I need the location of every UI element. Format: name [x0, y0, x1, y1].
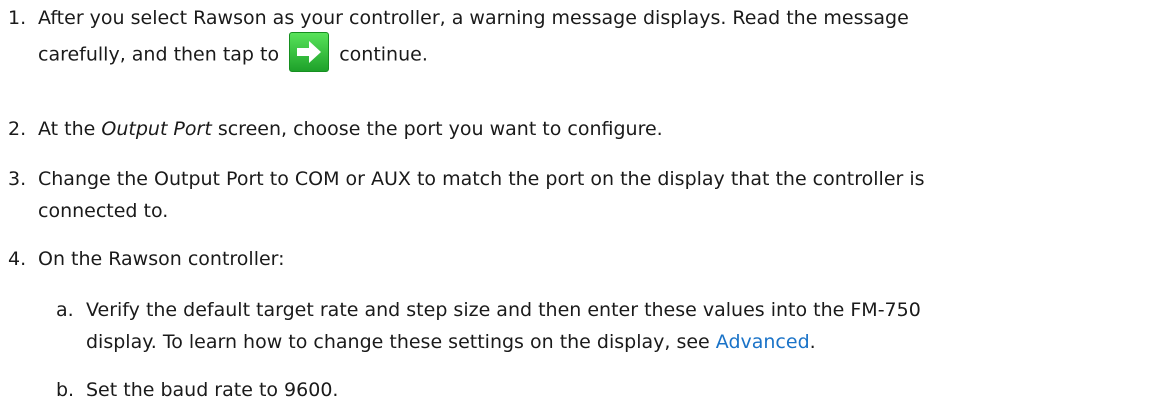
- step-text: At the Output Port screen, choose the po…: [38, 113, 1172, 145]
- step-line: After you select Rawson as your controll…: [38, 7, 909, 29]
- substep-letter: a.: [56, 299, 74, 321]
- step-number: 3.: [8, 168, 27, 190]
- step-number: 2.: [8, 118, 27, 140]
- advanced-link[interactable]: Advanced: [716, 331, 810, 353]
- step-text-after-icon: continue.: [339, 43, 428, 66]
- step-text: After you select Rawson as your controll…: [38, 2, 1172, 72]
- substep-text-after-link: .: [809, 331, 816, 353]
- substep-text: Set the baud rate to 9600.: [86, 379, 339, 401]
- step-text-before-icon: carefully, and then tap to: [38, 43, 280, 66]
- screen-name: Output Port: [101, 118, 212, 140]
- step-line: carefully, and then tap to continue.: [38, 32, 1172, 72]
- step-number: 1.: [8, 7, 27, 29]
- step-line: connected to.: [38, 200, 169, 222]
- instruction-list: 1. After you select Rawson as your contr…: [0, 0, 1176, 412]
- substep-line: Verify the default target rate and step …: [86, 299, 921, 321]
- step-text-before: At the: [38, 118, 96, 140]
- substep-text: Verify the default target rate and step …: [86, 294, 1172, 358]
- step-number: 4.: [8, 248, 27, 270]
- step-text: Change the Output Port to COM or AUX to …: [38, 163, 1172, 227]
- step-line: Change the Output Port to COM or AUX to …: [38, 168, 925, 190]
- substep-line: display. To learn how to change these se…: [86, 326, 1172, 358]
- substep-letter: b.: [56, 379, 75, 401]
- substep-text-before-link: display. To learn how to change these se…: [86, 331, 710, 353]
- step-text-after: screen, choose the port you want to conf…: [217, 118, 663, 140]
- step-text: On the Rawson controller:: [38, 248, 285, 270]
- arrow-right-icon: [289, 32, 330, 72]
